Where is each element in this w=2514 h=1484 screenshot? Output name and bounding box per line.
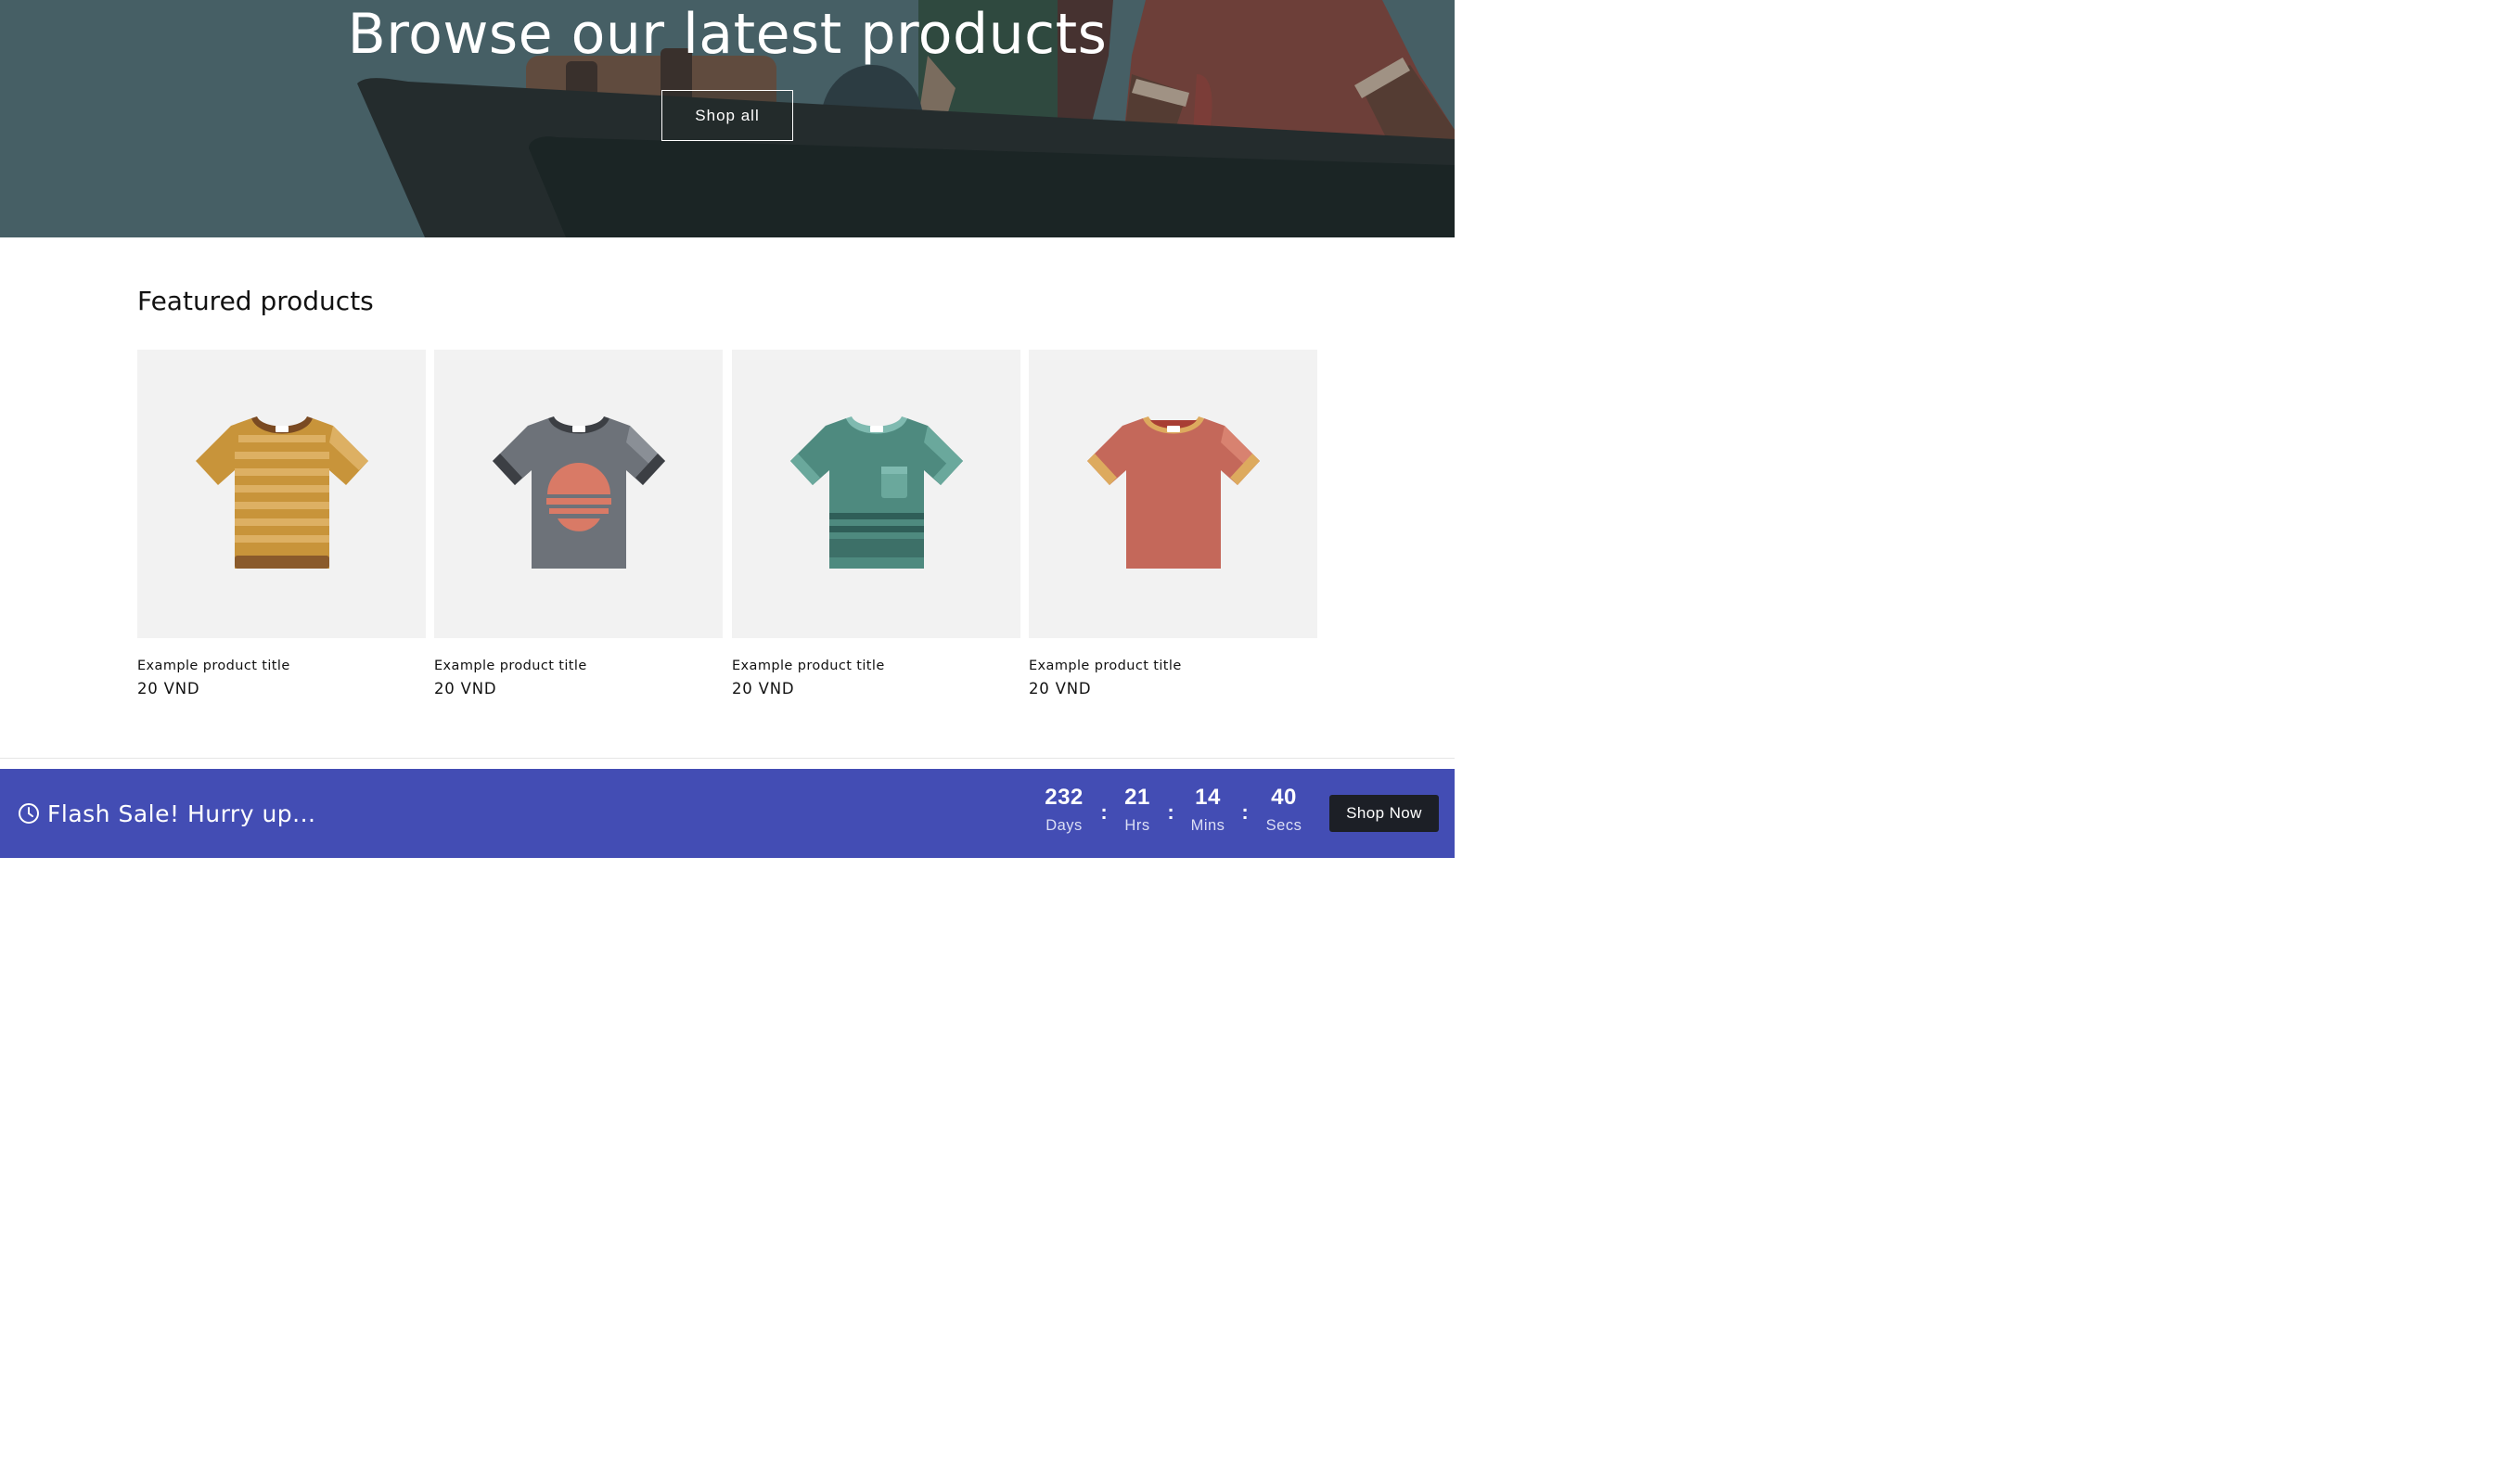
product-title[interactable]: Example product title [137,659,426,673]
countdown-mins: 14 Mins [1171,784,1245,835]
product-price: 20 VND [434,680,497,697]
yellow-striped-tshirt-image [195,416,368,569]
featured-products-heading: Featured products [137,286,374,316]
product-image[interactable] [137,350,426,638]
product-title[interactable]: Example product title [434,659,723,673]
product-title[interactable]: Example product title [732,659,1020,673]
hero-title: Browse our latest products [347,2,1108,67]
product-image[interactable] [732,350,1020,638]
clock-icon [18,802,40,825]
product-title[interactable]: Example product title [1029,659,1317,673]
countdown-secs-label: Secs [1265,817,1302,834]
shop-now-button[interactable]: Shop Now [1329,795,1439,832]
product-price: 20 VND [732,680,795,697]
countdown-days-value: 232 [1045,785,1084,810]
teal-pocket-tshirt-image [789,416,963,569]
product-card[interactable]: Example product title 20 VND [434,350,723,697]
countdown-hours-label: Hrs [1124,817,1150,834]
countdown-mins-value: 14 [1195,785,1221,810]
countdown-secs: 40 Secs [1247,784,1321,835]
product-card[interactable]: Example product title 20 VND [137,350,426,697]
flash-sale-message: Flash Sale! Hurry up... [18,769,316,858]
gray-sunset-tshirt-image [492,416,665,569]
flash-sale-bar: Flash Sale! Hurry up... 232 Days : 21 Hr… [0,769,1455,858]
countdown-hours-value: 21 [1124,785,1150,810]
countdown-hours: 21 Hrs [1100,784,1174,835]
countdown-mins-label: Mins [1190,817,1225,834]
product-card[interactable]: Example product title 20 VND [732,350,1020,697]
product-price: 20 VND [1029,680,1092,697]
red-ringer-tshirt-image [1086,416,1260,569]
countdown-secs-value: 40 [1271,785,1297,810]
countdown-days-label: Days [1045,817,1083,834]
section-divider [0,758,1455,759]
shop-all-button[interactable]: Shop all [661,90,793,141]
product-image[interactable] [1029,350,1317,638]
flash-sale-label: Flash Sale! Hurry up... [47,800,316,827]
product-card[interactable]: Example product title 20 VND [1029,350,1317,697]
countdown-days: 232 Days [1027,784,1101,835]
product-price: 20 VND [137,680,200,697]
hero-banner: Browse our latest products Shop all [0,0,1455,237]
product-image[interactable] [434,350,723,638]
